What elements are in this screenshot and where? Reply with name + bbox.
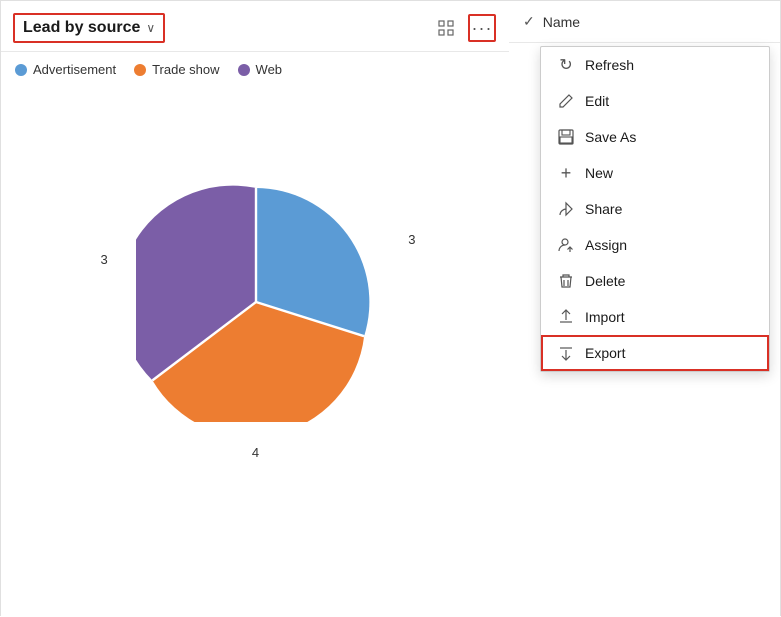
edit-icon [557,92,575,110]
menu-label-assign: Assign [585,237,627,253]
dropdown-menu: ↻ Refresh Edit [540,46,770,372]
export-icon [557,344,575,362]
assign-icon [557,236,575,254]
legend-label-tradeshow: Trade show [152,62,219,77]
import-icon [557,308,575,326]
menu-label-refresh: Refresh [585,57,634,73]
menu-item-edit[interactable]: Edit [541,83,769,119]
menu-item-share[interactable]: Share [541,191,769,227]
chart-panel: Lead by source ∨ ··· [1,1,511,617]
menu-item-refresh[interactable]: ↻ Refresh [541,47,769,83]
legend-dot-tradeshow [134,64,146,76]
legend-item-advertisement: Advertisement [15,62,116,77]
pie-chart [136,182,376,422]
legend-item-tradeshow: Trade show [134,62,219,77]
menu-label-import: Import [585,309,625,325]
chart-label-tradeshow: 4 [252,445,259,460]
menu-label-save-as: Save As [585,129,636,145]
menu-label-share: Share [585,201,622,217]
more-options-button[interactable]: ··· [468,14,496,42]
delete-icon [557,272,575,290]
chart-header: Lead by source ∨ ··· [1,1,510,52]
legend-label-web: Web [256,62,283,77]
menu-item-import[interactable]: Import [541,299,769,335]
chart-title: Lead by source [23,19,140,37]
check-icon: ✓ [523,13,535,30]
right-panel: ✓ Name ↻ Refresh Edit [509,1,780,617]
chart-area: 3 3 4 [1,87,510,517]
legend-dot-advertisement [15,64,27,76]
ellipsis-icon: ··· [472,19,493,37]
menu-label-edit: Edit [585,93,609,109]
menu-item-delete[interactable]: Delete [541,263,769,299]
chart-label-advertisement: 3 [408,232,415,247]
legend-item-web: Web [238,62,283,77]
pie-chart-wrapper: 3 3 4 [136,182,376,422]
refresh-icon: ↻ [557,56,575,74]
column-label: Name [543,14,580,30]
menu-item-new[interactable]: + New [541,155,769,191]
share-icon [557,200,575,218]
menu-label-new: New [585,165,613,181]
menu-label-export: Export [585,345,625,361]
menu-item-assign[interactable]: Assign [541,227,769,263]
header-actions: ··· [432,14,496,42]
menu-item-save-as[interactable]: Save As [541,119,769,155]
legend-label-advertisement: Advertisement [33,62,116,77]
menu-label-delete: Delete [585,273,625,289]
save-as-icon [557,128,575,146]
expand-button[interactable] [432,14,460,42]
main-container: Lead by source ∨ ··· [0,0,781,616]
menu-item-export[interactable]: Export [541,335,769,371]
chart-legend: Advertisement Trade show Web [1,52,510,87]
right-panel-header: ✓ Name [509,1,780,43]
chart-title-container: Lead by source ∨ [13,13,165,43]
chevron-down-icon: ∨ [146,21,155,35]
legend-dot-web [238,64,250,76]
new-icon: + [557,164,575,182]
chart-label-web: 3 [101,252,108,267]
